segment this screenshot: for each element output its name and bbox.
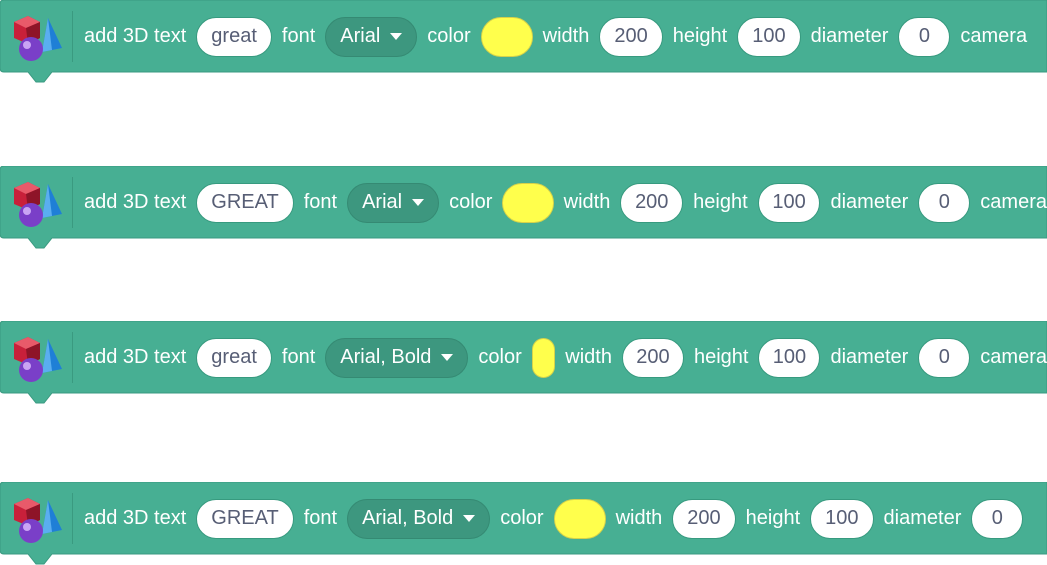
font-dropdown[interactable]: Arial, Bold — [325, 337, 469, 378]
text-input[interactable]: GREAT — [196, 182, 294, 223]
font-value: Arial — [340, 25, 381, 47]
camera-label: camera — [960, 25, 1028, 47]
width-label: width — [542, 25, 590, 47]
diameter-label: diameter — [883, 507, 962, 529]
height-label: height — [672, 25, 728, 47]
diameter-input[interactable]: 0 — [918, 182, 971, 223]
height-label: height — [693, 346, 749, 368]
camera-label: camera — [980, 191, 1047, 213]
color-label: color — [449, 191, 493, 213]
font-dropdown[interactable]: Arial — [325, 16, 418, 57]
height-label: height — [693, 191, 748, 213]
width-label: width — [565, 346, 612, 368]
font-value: Arial, Bold — [362, 507, 454, 529]
camera-label: camera — [980, 346, 1047, 368]
text-input[interactable]: great — [196, 16, 272, 57]
font-label: font — [303, 507, 338, 529]
height-label: height — [745, 507, 801, 529]
font-label: font — [303, 191, 338, 213]
width-input[interactable]: 200 — [672, 498, 736, 539]
add-3d-text-label: add 3D text — [84, 25, 187, 47]
diameter-input[interactable]: 0 — [898, 16, 951, 57]
text-input[interactable]: great — [196, 337, 272, 378]
add-3d-text-block[interactable]: add 3D text GREAT font Arial color width… — [0, 166, 1047, 249]
height-input[interactable]: 100 — [757, 182, 821, 223]
diameter-label: diameter — [810, 25, 889, 47]
height-input[interactable]: 100 — [737, 16, 801, 57]
add-3d-text-label: add 3D text — [84, 346, 187, 368]
height-input[interactable]: 100 — [810, 498, 874, 539]
diameter-input[interactable]: 0 — [971, 498, 1024, 539]
font-value: Arial — [362, 191, 403, 213]
width-label: width — [615, 507, 663, 529]
diameter-input[interactable]: 0 — [918, 337, 971, 378]
add-3d-text-block[interactable]: add 3D text GREAT font Arial, Bold color… — [0, 482, 1047, 565]
color-swatch[interactable] — [531, 337, 556, 378]
diameter-label: diameter — [830, 346, 909, 368]
add-3d-text-label: add 3D text — [84, 507, 187, 529]
width-label: width — [563, 191, 611, 213]
caret-down-icon — [441, 354, 454, 361]
width-input[interactable]: 200 — [620, 182, 684, 223]
color-label: color — [500, 507, 544, 529]
font-label: font — [281, 346, 316, 368]
text-input[interactable]: GREAT — [196, 498, 294, 539]
add-3d-text-block[interactable]: add 3D text great font Arial, Bold color… — [0, 321, 1047, 404]
height-input[interactable]: 100 — [758, 337, 821, 378]
caret-down-icon — [412, 199, 425, 206]
width-input[interactable]: 200 — [599, 16, 663, 57]
caret-down-icon — [463, 515, 476, 522]
color-swatch[interactable] — [553, 498, 606, 539]
add-3d-text-label: add 3D text — [84, 191, 187, 213]
font-label: font — [281, 25, 316, 47]
font-dropdown[interactable]: Arial — [347, 182, 440, 223]
color-swatch[interactable] — [502, 182, 554, 223]
color-label: color — [478, 346, 522, 368]
font-value: Arial, Bold — [340, 346, 432, 368]
add-3d-text-block[interactable]: add 3D text great font Arial color width… — [0, 0, 1047, 83]
caret-down-icon — [390, 33, 403, 40]
width-input[interactable]: 200 — [621, 337, 684, 378]
diameter-label: diameter — [830, 191, 909, 213]
font-dropdown[interactable]: Arial, Bold — [347, 498, 491, 539]
color-swatch[interactable] — [480, 16, 533, 57]
color-label: color — [427, 25, 471, 47]
